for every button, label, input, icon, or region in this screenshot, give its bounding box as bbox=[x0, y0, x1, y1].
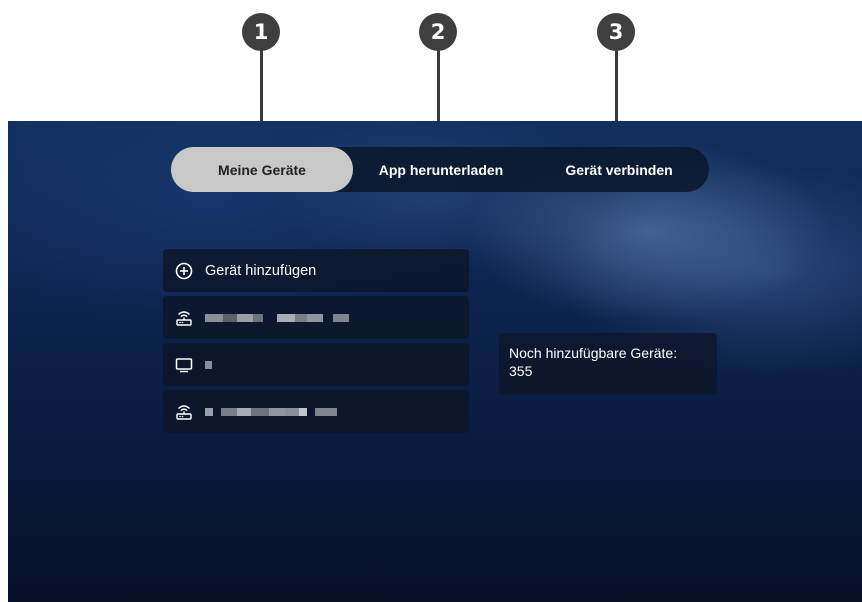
tab-app-herunterladen[interactable]: App herunterladen bbox=[357, 147, 525, 192]
tv-screen: Meine Geräte App herunterladen Gerät ver… bbox=[8, 121, 862, 602]
device-item-tv[interactable] bbox=[163, 343, 469, 386]
device-item-router-2[interactable] bbox=[163, 390, 469, 433]
tab-bar: Meine Geräte App herunterladen Gerät ver… bbox=[171, 147, 709, 192]
device-name-redacted bbox=[205, 407, 337, 416]
remaining-devices-count: 355 bbox=[509, 363, 533, 379]
remaining-devices-info: Noch hinzufügbare Geräte: 355 bbox=[499, 333, 717, 395]
callout-badge-1: 1 bbox=[242, 13, 280, 51]
tv-icon bbox=[175, 356, 193, 374]
add-device-label: Gerät hinzufügen bbox=[205, 262, 317, 279]
router-icon bbox=[175, 309, 193, 327]
device-name-redacted bbox=[205, 313, 349, 322]
router-icon bbox=[175, 403, 193, 421]
callout-badge-3: 3 bbox=[597, 13, 635, 51]
device-item-router-1[interactable] bbox=[163, 296, 469, 339]
remaining-devices-label: Noch hinzufügbare Geräte: bbox=[509, 345, 678, 361]
add-device-button[interactable]: Gerät hinzufügen bbox=[163, 249, 469, 292]
plus-circle-icon bbox=[175, 262, 193, 280]
device-name-redacted bbox=[205, 360, 212, 369]
tab-meine-geraete[interactable]: Meine Geräte bbox=[171, 147, 353, 192]
callout-badge-2: 2 bbox=[419, 13, 457, 51]
tab-geraet-verbinden[interactable]: Gerät verbinden bbox=[535, 147, 703, 192]
